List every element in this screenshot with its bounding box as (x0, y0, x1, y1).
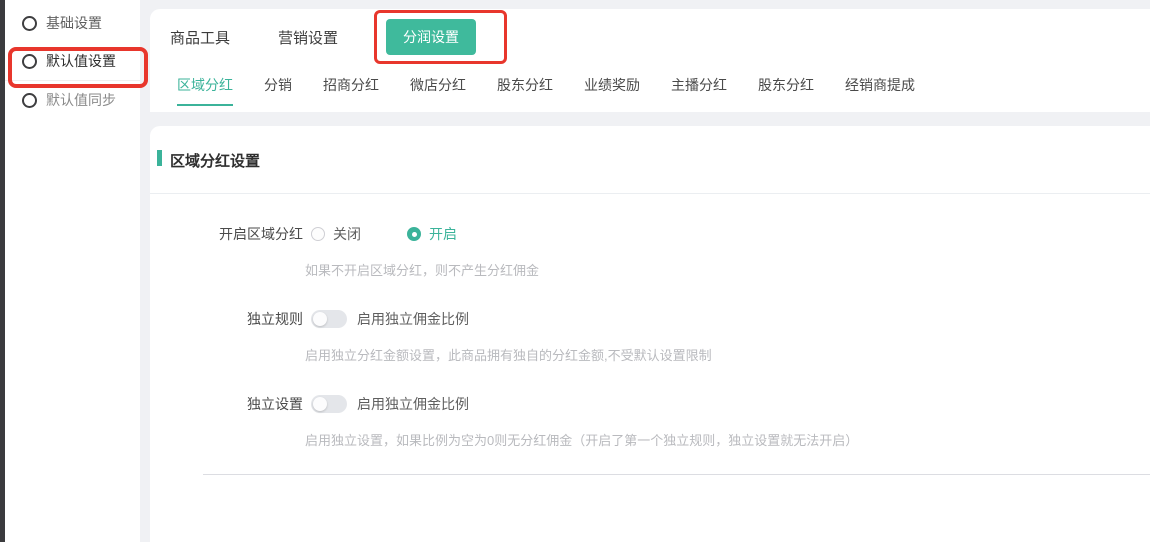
subtab-distribution[interactable]: 分销 (264, 75, 292, 106)
tab-profit-settings[interactable]: 分润设置 (386, 19, 476, 55)
section-title: 区域分红设置 (170, 153, 260, 170)
helper-text: 启用独立分红金额设置，此商品拥有独自的分红金额,不受默认设置限制 (305, 348, 1150, 363)
subtab-shareholder-dividend[interactable]: 股东分红 (497, 75, 553, 106)
independent-setting-toggle[interactable] (311, 395, 347, 413)
toggle-label: 启用独立佣金比例 (357, 309, 469, 329)
sidebar-item-label: 默认值设置 (46, 51, 116, 71)
radio-unselected-icon (311, 227, 325, 241)
subtab-microstore-dividend[interactable]: 微店分红 (410, 75, 466, 106)
subtab-performance-reward[interactable]: 业绩奖励 (584, 75, 640, 106)
content-panel: 区域分红设置 开启区域分红 关闭 开启 (150, 126, 1150, 542)
radio-option-close[interactable]: 关闭 (311, 224, 361, 244)
toggle-label: 启用独立佣金比例 (357, 394, 469, 414)
region-dividend-form: 开启区域分红 关闭 开启 如果不开启区域分红，则不产生分红佣金 (150, 194, 1150, 475)
field-label: 独立设置 (150, 394, 303, 414)
sidebar-item-default-sync[interactable]: 默认值同步 (5, 81, 140, 119)
section-header: 区域分红设置 (150, 126, 1150, 167)
sidebar-item-basic-settings[interactable]: 基础设置 (5, 4, 140, 42)
subtab-anchor-dividend[interactable]: 主播分红 (671, 75, 727, 106)
form-group-enable-region-dividend: 开启区域分红 关闭 开启 如果不开启区域分红，则不产生分红佣金 (150, 225, 1150, 278)
top-tab-bar: 商品工具 营销设置 分润设置 (150, 9, 1150, 53)
tab-product-tools[interactable]: 商品工具 (170, 27, 230, 48)
independent-rule-toggle[interactable] (311, 310, 347, 328)
radio-circle-icon (22, 54, 37, 69)
screen: 基础设置 默认值设置 默认值同步 商品工具 营销设置 分润设置 区域分红 分销 … (0, 0, 1150, 542)
sidebar: 基础设置 默认值设置 默认值同步 (5, 0, 140, 542)
subtab-shareholder-dividend-2[interactable]: 股东分红 (758, 75, 814, 106)
radio-option-label: 关闭 (333, 224, 361, 244)
radio-circle-icon (22, 93, 37, 108)
field-label: 开启区域分红 (150, 224, 303, 244)
subtab-dealer-commission[interactable]: 经销商提成 (845, 75, 915, 106)
sidebar-item-default-settings[interactable]: 默认值设置 (5, 42, 140, 81)
radio-circle-icon (22, 16, 37, 31)
subtab-region-dividend[interactable]: 区域分红 (177, 75, 233, 106)
radio-option-label: 开启 (429, 224, 457, 244)
subtab-investment-dividend[interactable]: 招商分红 (323, 75, 379, 106)
radio-group-enable: 关闭 开启 (311, 224, 503, 244)
sub-tab-bar: 区域分红 分销 招商分红 微店分红 股东分红 业绩奖励 主播分红 股东分红 经销… (150, 75, 1150, 106)
divider (203, 474, 1150, 475)
form-group-independent-setting: 独立设置 启用独立佣金比例 启用独立设置，如果比例为空为0则无分红佣金（开启了第… (150, 395, 1150, 448)
sidebar-item-label: 基础设置 (46, 13, 102, 33)
field-label: 独立规则 (150, 309, 303, 329)
section-marker-bar (157, 150, 162, 166)
sidebar-item-label: 默认值同步 (46, 90, 116, 110)
radio-selected-icon (407, 227, 421, 241)
helper-text: 如果不开启区域分红，则不产生分红佣金 (305, 263, 1150, 278)
tab-panel: 商品工具 营销设置 分润设置 区域分红 分销 招商分红 微店分红 股东分红 业绩… (150, 9, 1150, 112)
tab-marketing-settings[interactable]: 营销设置 (278, 27, 338, 48)
radio-option-open[interactable]: 开启 (407, 224, 457, 244)
helper-text: 启用独立设置，如果比例为空为0则无分红佣金（开启了第一个独立规则，独立设置就无法… (305, 433, 1150, 448)
form-group-independent-rule: 独立规则 启用独立佣金比例 启用独立分红金额设置，此商品拥有独自的分红金额,不受… (150, 310, 1150, 363)
